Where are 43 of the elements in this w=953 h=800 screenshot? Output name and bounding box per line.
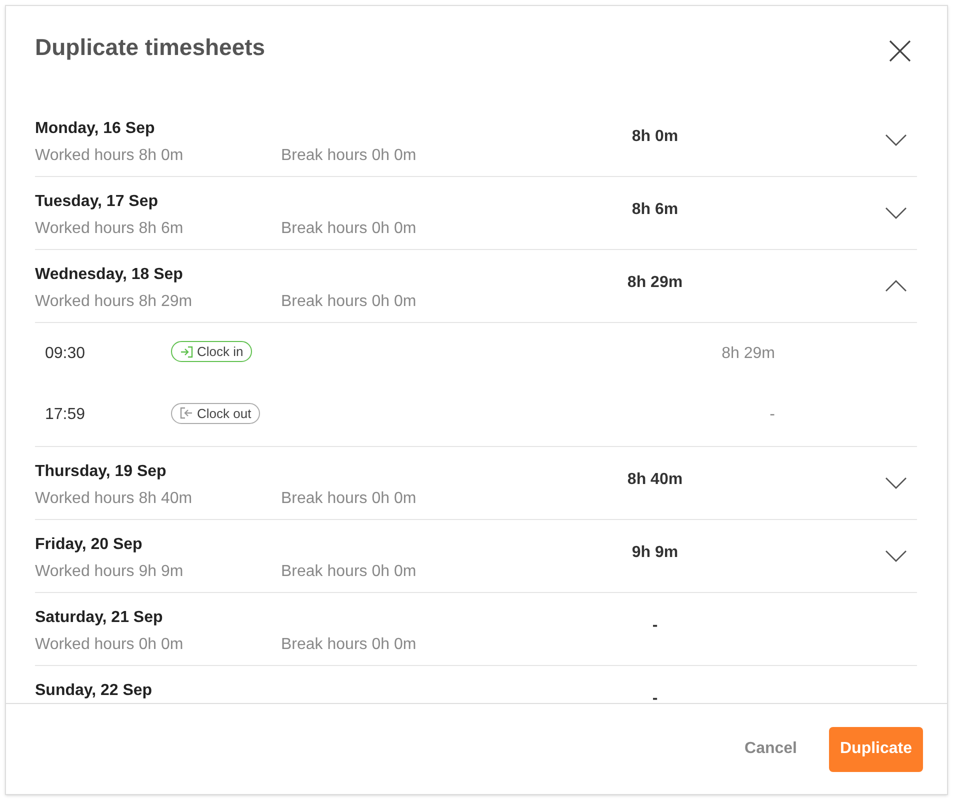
- clock-badge: Clock in: [171, 341, 252, 362]
- day-date: Monday, 16 Sep: [35, 118, 156, 138]
- clock-badge: Clock out: [171, 402, 260, 424]
- entry-duration: -: [768, 405, 775, 425]
- worked-hours: Worked hours 0h 0m: [35, 634, 184, 652]
- duplicate-button[interactable]: Duplicate: [828, 726, 923, 772]
- entry-duration: 8h 29m: [720, 344, 775, 364]
- day-total: 8h 0m: [630, 127, 680, 147]
- worked-hours: Worked hours 8h 29m: [35, 292, 194, 310]
- break-hours: Break hours 0h 0m: [281, 218, 416, 236]
- day-date: Tuesday, 17 Sep: [35, 192, 160, 212]
- day-date: Thursday, 19 Sep: [35, 462, 168, 482]
- chevron-toggle[interactable]: [885, 550, 907, 562]
- day-total: 8h 6m: [630, 200, 680, 220]
- day-date: Saturday, 21 Sep: [35, 608, 164, 628]
- worked-hours: Worked hours 8h 0m: [35, 146, 184, 164]
- day-total: 8h 29m: [626, 273, 684, 293]
- worked-hours: Worked hours 9h 9m: [35, 562, 184, 580]
- day-total: 9h 9m: [630, 543, 680, 563]
- worked-hours: Worked hours 8h 6m: [35, 218, 184, 236]
- enter-icon: [180, 346, 193, 358]
- chevron-toggle[interactable]: [885, 477, 907, 489]
- chevron-toggle[interactable]: [885, 207, 907, 219]
- day-total: -: [651, 689, 659, 703]
- day-total: -: [651, 616, 659, 636]
- day-date: Friday, 20 Sep: [35, 534, 144, 554]
- entry-time: 09:30: [44, 344, 86, 364]
- cancel-button[interactable]: Cancel: [744, 737, 797, 761]
- day-total: 8h 40m: [626, 470, 684, 490]
- chevron-toggle[interactable]: [885, 134, 907, 146]
- break-hours: Break hours 0h 0m: [281, 562, 416, 580]
- entry-time: 17:59: [44, 405, 86, 425]
- break-hours: Break hours 0h 0m: [281, 146, 416, 164]
- break-hours: Break hours 0h 0m: [281, 292, 416, 310]
- day-date: Wednesday, 18 Sep: [35, 264, 184, 284]
- chevron-toggle[interactable]: [885, 280, 907, 292]
- dialog-title: Duplicate timesheets: [35, 33, 266, 62]
- close-icon[interactable]: [889, 40, 911, 62]
- day-date: Sunday, 22 Sep: [35, 680, 154, 700]
- break-hours: Break hours 0h 0m: [281, 488, 416, 506]
- break-hours: Break hours 0h 0m: [281, 634, 416, 652]
- worked-hours: Worked hours 8h 40m: [35, 488, 194, 506]
- exit-icon: [180, 407, 193, 420]
